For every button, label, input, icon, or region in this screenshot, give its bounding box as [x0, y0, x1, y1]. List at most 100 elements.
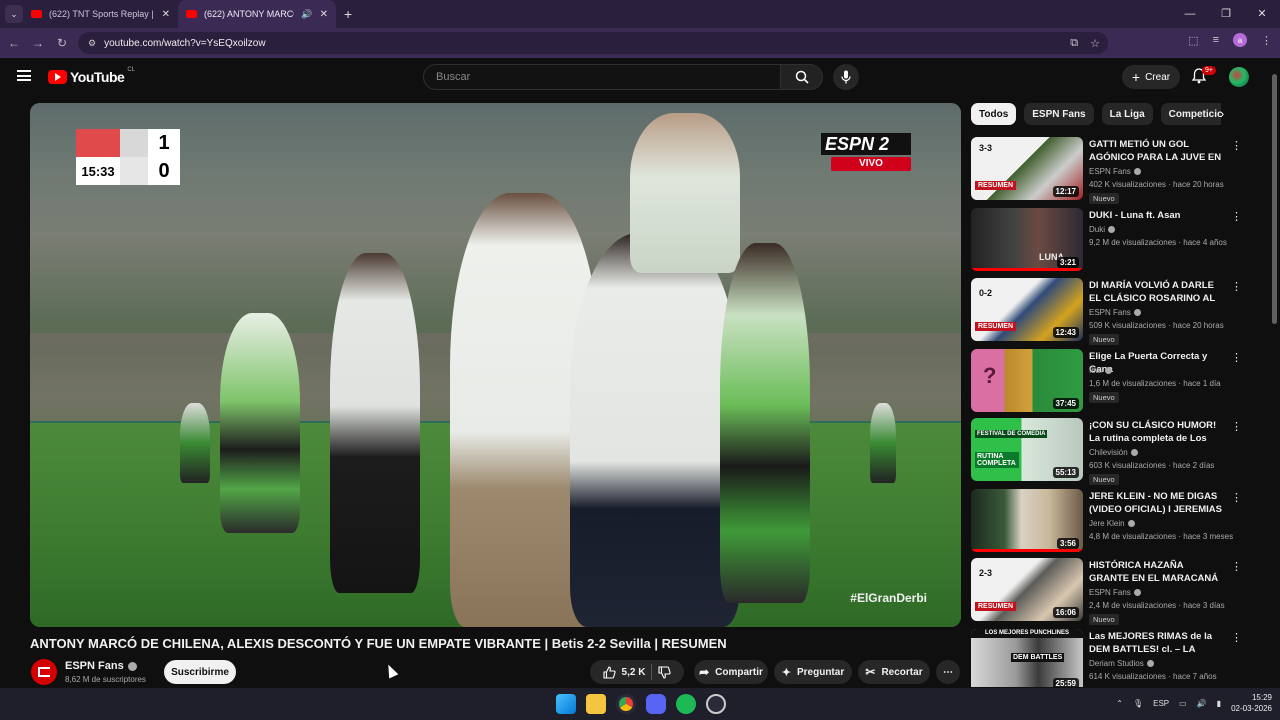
- video-thumbnail[interactable]: FESTIVAL DE COMEDIA RUTINA COMPLETA 55:1…: [971, 418, 1083, 481]
- video-thumbnail[interactable]: RESUMEN 0-2 12:43: [971, 278, 1083, 341]
- menu-kebab-icon[interactable]: ⋮: [1261, 34, 1272, 47]
- video-player[interactable]: 1 15:33 0 ESPN 2 VIVO #ElGranDerbi: [30, 103, 961, 627]
- channel-name[interactable]: ESPN Fans: [1089, 588, 1131, 597]
- file-explorer-icon[interactable]: [586, 694, 606, 714]
- video-thumbnail[interactable]: 3:56: [971, 489, 1083, 552]
- recommendation-channel[interactable]: Ibai: [1089, 366, 1112, 375]
- recommendation-title[interactable]: JERE KLEIN - NO ME DIGAS (VIDEO OFICIAL)…: [1089, 490, 1224, 516]
- minimize-icon[interactable]: —: [1172, 0, 1208, 28]
- chip-competiciones[interactable]: Competiciones: [1160, 103, 1221, 125]
- recommendation-channel[interactable]: ESPN Fans: [1089, 308, 1141, 317]
- recommendation-item[interactable]: ? 37:45 Elige La Puerta Correcta y Gana …: [971, 349, 1242, 413]
- new-tab-icon[interactable]: +: [344, 6, 352, 22]
- channel-name[interactable]: ESPN Fans: [1089, 167, 1131, 176]
- channel-name[interactable]: Chilevisión: [1089, 448, 1128, 457]
- browser-tab-2[interactable]: (622) ANTONY MARCÓ DE 🔊 ✕: [178, 0, 336, 28]
- channel-name[interactable]: Deriam Studios: [1089, 659, 1144, 668]
- chevron-right-icon[interactable]: ›: [1214, 106, 1230, 124]
- channel-name[interactable]: Duki: [1089, 225, 1105, 234]
- more-vertical-icon[interactable]: ⋮: [1231, 351, 1242, 364]
- install-app-icon[interactable]: ⧉: [1070, 37, 1078, 50]
- search-button[interactable]: [781, 64, 823, 90]
- more-vertical-icon[interactable]: ⋮: [1231, 420, 1242, 433]
- page-scrollbar[interactable]: [1272, 62, 1278, 688]
- spotify-icon[interactable]: [676, 694, 696, 714]
- search-input[interactable]: Buscar: [423, 64, 781, 90]
- close-window-icon[interactable]: ✕: [1244, 0, 1280, 28]
- video-thumbnail[interactable]: RESUMEN 3-3 12:17: [971, 137, 1083, 200]
- chip-espn-fans[interactable]: ESPN Fans: [1024, 103, 1094, 125]
- windows-start-icon[interactable]: [556, 694, 576, 714]
- tab-search-icon[interactable]: ⌄: [5, 5, 23, 23]
- recommendation-channel[interactable]: Duki: [1089, 225, 1116, 234]
- account-avatar[interactable]: [1229, 67, 1249, 87]
- recommendation-title[interactable]: GATTI METIÓ UN GOL AGÓNICO PARA LA JUVE …: [1089, 138, 1224, 164]
- network-icon[interactable]: ▭: [1179, 699, 1187, 708]
- channel-name[interactable]: Jere Klein: [1089, 519, 1125, 528]
- channel-name[interactable]: Ibai: [1089, 366, 1102, 375]
- more-vertical-icon[interactable]: ⋮: [1231, 139, 1242, 152]
- like-icon[interactable]: [602, 665, 616, 679]
- browser-tab-1[interactable]: (622) TNT Sports Replay | Coqu ✕: [23, 0, 178, 28]
- language-indicator[interactable]: ESP: [1153, 699, 1169, 708]
- channel-name[interactable]: ESPN Fans: [1089, 308, 1131, 317]
- clock[interactable]: 15:29 02-03-2026: [1231, 692, 1272, 714]
- video-thumbnail[interactable]: RESUMEN 2-3 16:06: [971, 558, 1083, 621]
- recommendation-title[interactable]: DI MARÍA VOLVIÓ A DARLE EL CLÁSICO ROSAR…: [1089, 279, 1224, 305]
- profile-avatar[interactable]: a: [1233, 33, 1247, 47]
- close-tab-icon[interactable]: ✕: [162, 9, 170, 20]
- video-thumbnail[interactable]: LOS MEJORES PUNCHLINES DEM BATTLES 25:59: [971, 629, 1083, 687]
- chip-todos[interactable]: Todos: [971, 103, 1017, 125]
- recommendation-channel[interactable]: Deriam Studios: [1089, 659, 1154, 668]
- video-thumbnail[interactable]: LUNA 3:21: [971, 208, 1083, 271]
- youtube-logo[interactable]: YouTube CL: [48, 67, 135, 85]
- recommendation-item[interactable]: LOS MEJORES PUNCHLINES DEM BATTLES 25:59…: [971, 629, 1241, 687]
- bookmark-star-icon[interactable]: ☆: [1090, 37, 1100, 50]
- channel-name-row[interactable]: ESPN Fans: [65, 660, 137, 672]
- forward-icon[interactable]: →: [26, 36, 50, 50]
- recommendation-channel[interactable]: ESPN Fans: [1089, 167, 1141, 176]
- recommendation-item[interactable]: FESTIVAL DE COMEDIA RUTINA COMPLETA 55:1…: [971, 418, 1242, 485]
- recommendation-item[interactable]: LUNA 3:21 DUKI - Luna ft. Asan Duki 9,2 …: [971, 208, 1242, 272]
- recommendation-item[interactable]: RESUMEN 0-2 12:43 DI MARÍA VOLVIÓ A DARL…: [971, 278, 1242, 345]
- more-vertical-icon[interactable]: ⋮: [1231, 631, 1241, 644]
- recommendation-channel[interactable]: Chilevisión: [1089, 448, 1138, 457]
- more-actions-button[interactable]: ⋯: [936, 660, 960, 684]
- recommendation-title[interactable]: ¡CON SU CLÁSICO HUMOR! La rutina complet…: [1089, 419, 1224, 445]
- recommendation-channel[interactable]: ESPN Fans: [1089, 588, 1141, 597]
- subscribe-button[interactable]: Suscribirme: [164, 660, 236, 684]
- clip-button[interactable]: ✂ Recortar: [858, 660, 930, 684]
- dislike-icon[interactable]: [658, 665, 672, 679]
- recommendation-item[interactable]: RESUMEN 3-3 12:17 GATTI METIÓ UN GOL AGÓ…: [971, 137, 1242, 204]
- extensions-icon[interactable]: ⬚: [1188, 34, 1198, 47]
- create-button[interactable]: + Crear: [1122, 65, 1180, 89]
- maximize-icon[interactable]: ❐: [1208, 0, 1244, 28]
- more-vertical-icon[interactable]: ⋮: [1231, 280, 1242, 293]
- scrollbar-thumb[interactable]: [1272, 74, 1277, 324]
- back-icon[interactable]: ←: [2, 36, 26, 50]
- more-vertical-icon[interactable]: ⋮: [1231, 210, 1242, 223]
- like-count[interactable]: 5,2 K: [622, 667, 646, 678]
- steam-icon[interactable]: [706, 694, 726, 714]
- channel-avatar[interactable]: [31, 659, 57, 685]
- video-thumbnail[interactable]: ? 37:45: [971, 349, 1083, 412]
- site-info-icon[interactable]: ⚙: [88, 38, 96, 49]
- recommendation-title[interactable]: Las MEJORES RIMAS de la DEM BATTLES! cl.…: [1089, 630, 1224, 656]
- voice-search-button[interactable]: [833, 64, 859, 90]
- recommendation-item[interactable]: 3:56 JERE KLEIN - NO ME DIGAS (VIDEO OFI…: [971, 489, 1242, 553]
- url-field[interactable]: ⚙ youtube.com/watch?v=YsEQxoilzow ⧉ ☆: [78, 32, 1108, 54]
- recommendation-item[interactable]: RESUMEN 2-3 16:06 HISTÓRICA HAZAÑA GRANT…: [971, 558, 1242, 625]
- channel-name[interactable]: ESPN Fans: [65, 660, 124, 672]
- chevron-up-icon[interactable]: ⌃: [1116, 699, 1123, 708]
- menu-icon[interactable]: [17, 70, 31, 81]
- more-vertical-icon[interactable]: ⋮: [1231, 560, 1242, 573]
- recommendation-title[interactable]: DUKI - Luna ft. Asan: [1089, 209, 1224, 222]
- microphone-tray-icon[interactable]: 🎙: [1133, 699, 1143, 708]
- recommendation-title[interactable]: HISTÓRICA HAZAÑA GRANTE EN EL MARACANÁ P…: [1089, 559, 1224, 585]
- chip-la-liga[interactable]: La Liga: [1101, 103, 1153, 125]
- recommendation-channel[interactable]: Jere Klein: [1089, 519, 1135, 528]
- close-tab-icon[interactable]: ✕: [320, 9, 328, 20]
- battery-icon[interactable]: ▮: [1217, 699, 1221, 708]
- reading-list-icon[interactable]: ≡: [1213, 34, 1219, 46]
- share-button[interactable]: ➦ Compartir: [694, 660, 768, 684]
